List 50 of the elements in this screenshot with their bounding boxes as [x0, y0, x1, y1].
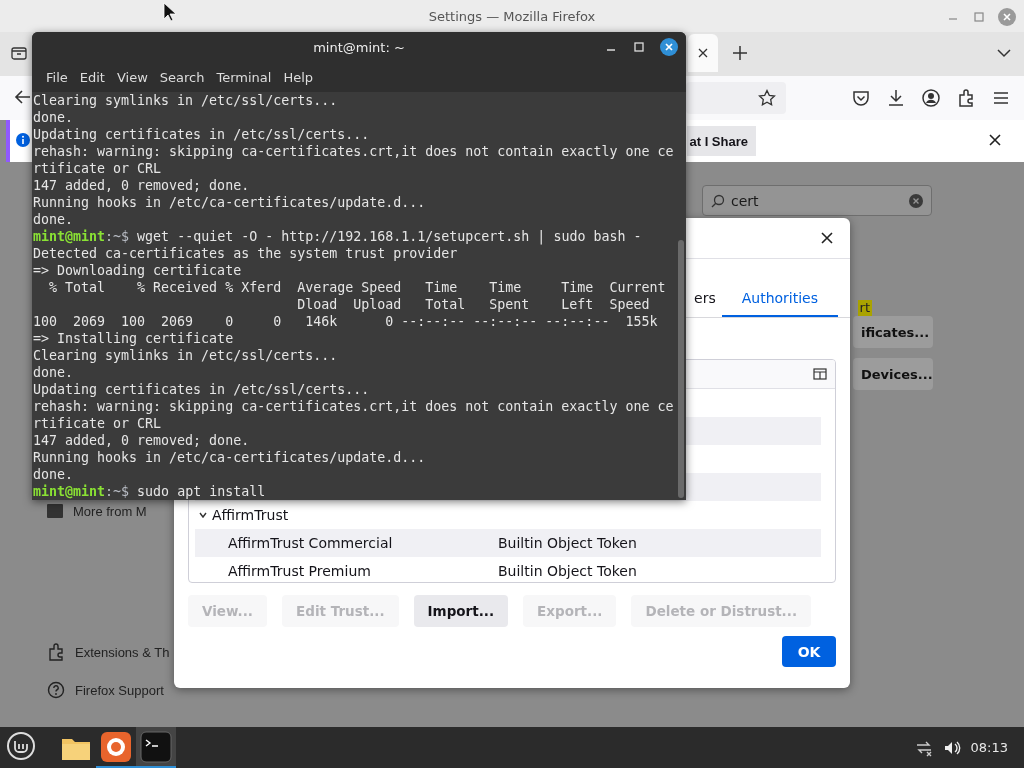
terminal-line: rtificate or CRL [33, 415, 163, 432]
terminal-line: rtificate or CRL [33, 160, 163, 177]
terminal-line: rehash: warning: skipping ca-certificates.crt,it does not contain exactly one ce [33, 143, 675, 160]
terminal-line: Clearing symlinks in /etc/ssl/certs... [33, 347, 339, 364]
settings-button[interactable]: Devices... [853, 358, 933, 390]
sidebar-item[interactable]: Firefox Support [0, 671, 164, 709]
dialog-tab[interactable]: ers [692, 281, 720, 317]
terminal-line: Updating certificates in /etc/ssl/certs... [33, 126, 371, 143]
terminal-line: rehash: warning: skipping ca-certificates.crt,it does not contain exactly one ce [33, 398, 675, 415]
table-cell-text: AffirmTrust Premium [227, 563, 372, 579]
terminal-line: done. [33, 211, 75, 228]
terminal-line: mint@mint:~$ sudo apt install [33, 483, 267, 500]
terminal-line: done. [33, 364, 75, 381]
terminal-line: Running hooks in /etc/ca-certificates/update.d... [33, 194, 427, 211]
terminal-line: Updating certificates in /etc/ssl/certs... [33, 381, 371, 398]
ok-button[interactable]: OK [782, 636, 836, 667]
terminal-line: Detected ca-certificates as the system trust provider [33, 245, 459, 262]
terminal-line: Clearing symlinks in /etc/ssl/certs... [33, 92, 339, 109]
terminal-line: => Downloading certificate [33, 262, 243, 279]
dialog-tab[interactable]: Authorities [721, 281, 838, 317]
terminal-line: 147 added, 0 removed; done. [33, 432, 251, 449]
window-title: Settings — Mozilla Firefox [428, 8, 596, 24]
dialog-button[interactable]: Import... [413, 595, 509, 627]
sidebar-item[interactable]: More from M [0, 502, 147, 520]
terminal-line: 147 added, 0 removed; done. [33, 177, 251, 194]
terminal-line: => Installing certificate [33, 330, 235, 347]
terminal-line: % Total % Received % Xferd Average Speed Time Time Time Current [48, 279, 667, 296]
window-title: mint@mint: ~ [313, 39, 405, 55]
menu-item[interactable]: File [40, 69, 74, 85]
terminal-line: done. [33, 466, 75, 483]
menu-item[interactable]: Search [153, 69, 211, 85]
table-cell: Builtin Object Token [498, 535, 637, 551]
search-field[interactable]: cert [702, 185, 932, 216]
sidebar-item[interactable]: Extensions & Th [0, 633, 170, 671]
terminal-line: Running hooks in /etc/ca-certificates/update.d... [33, 449, 427, 466]
menu-item[interactable]: Help [277, 69, 320, 85]
table-cell-text: AffirmTrust Commercial [227, 535, 394, 551]
search-highlight: rt [857, 300, 872, 316]
menu-item[interactable]: Edit [73, 69, 111, 85]
menu-item[interactable]: Terminal [210, 69, 278, 85]
terminal-line: 100 2069 100 2069 0 0 146k 0 --:--:-- --:--:-- --:--:-- 155k [33, 313, 659, 330]
notification-button[interactable]: at I Share [687, 126, 756, 156]
terminal-line: mint@mint:~$ wget --quiet -O - http://192.168.1.1/setupcert.sh | sudo bash - [33, 228, 643, 245]
terminal-line: Dload Upload Total Spent Left Speed [296, 296, 651, 313]
tree-group[interactable]: AffirmTrust [195, 507, 289, 523]
settings-button[interactable]: ificates... [853, 316, 933, 348]
table-cell: Builtin Object Token [498, 563, 637, 579]
terminal-line: done. [33, 109, 75, 126]
menu-item[interactable]: View [110, 69, 154, 85]
clock[interactable]: 08:13 [970, 740, 1008, 755]
